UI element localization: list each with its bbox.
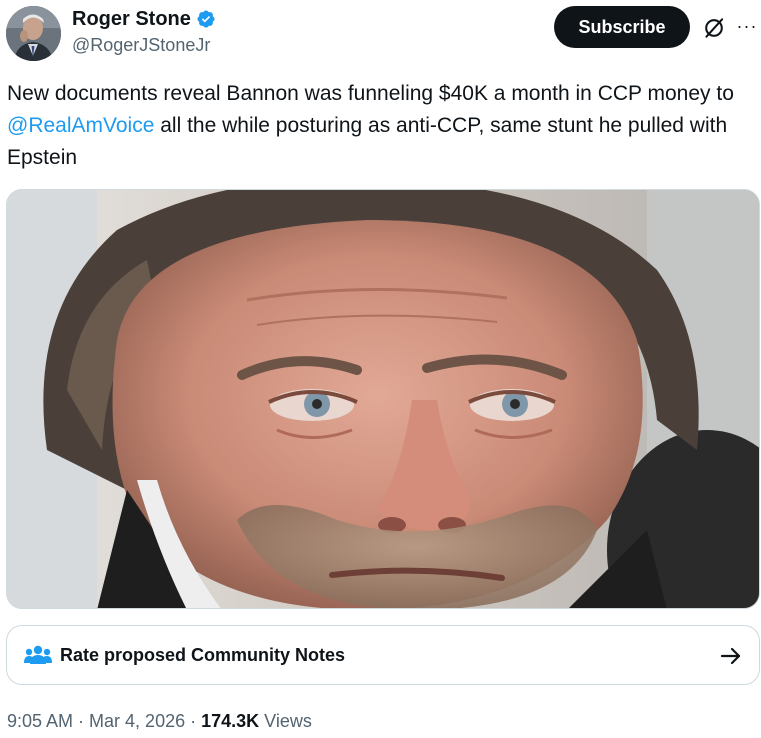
tweet-media-photo[interactable] bbox=[6, 189, 760, 609]
author-display-name[interactable]: Roger Stone bbox=[72, 8, 191, 30]
community-notes-label: Rate proposed Community Notes bbox=[60, 644, 346, 665]
tweet-text-part1: New documents reveal Bannon was funnelin… bbox=[7, 82, 734, 105]
tweet-time[interactable]: 9:05 AM bbox=[7, 711, 73, 731]
more-icon[interactable]: ··· bbox=[736, 14, 758, 38]
subscribe-button[interactable]: Subscribe bbox=[554, 6, 690, 48]
avatar-image bbox=[6, 6, 61, 61]
meta-separator: · bbox=[73, 711, 90, 731]
meta-separator: · bbox=[185, 711, 202, 731]
avatar[interactable] bbox=[6, 6, 61, 61]
views-label: Views bbox=[259, 711, 312, 731]
mention-link[interactable]: @RealAmVoice bbox=[7, 114, 154, 137]
arrow-right-icon bbox=[719, 644, 743, 668]
people-icon bbox=[24, 643, 52, 667]
tweet-meta: 9:05 AM · Mar 4, 2026 · 174.3K Views bbox=[7, 708, 312, 734]
tweet-text: New documents reveal Bannon was funnelin… bbox=[7, 78, 759, 174]
verified-badge-icon bbox=[196, 9, 216, 29]
portrait-photo bbox=[7, 190, 759, 608]
tweet-header: Roger Stone @RogerJStoneJr Subscribe ··· bbox=[0, 0, 761, 68]
community-notes-button[interactable]: Rate proposed Community Notes bbox=[6, 625, 760, 685]
views-count[interactable]: 174.3K bbox=[201, 711, 259, 731]
tweet-date[interactable]: Mar 4, 2026 bbox=[89, 711, 185, 731]
author-handle[interactable]: @RogerJStoneJr bbox=[72, 34, 210, 56]
grok-icon[interactable] bbox=[700, 14, 728, 42]
author-name-row[interactable]: Roger Stone bbox=[72, 8, 216, 30]
